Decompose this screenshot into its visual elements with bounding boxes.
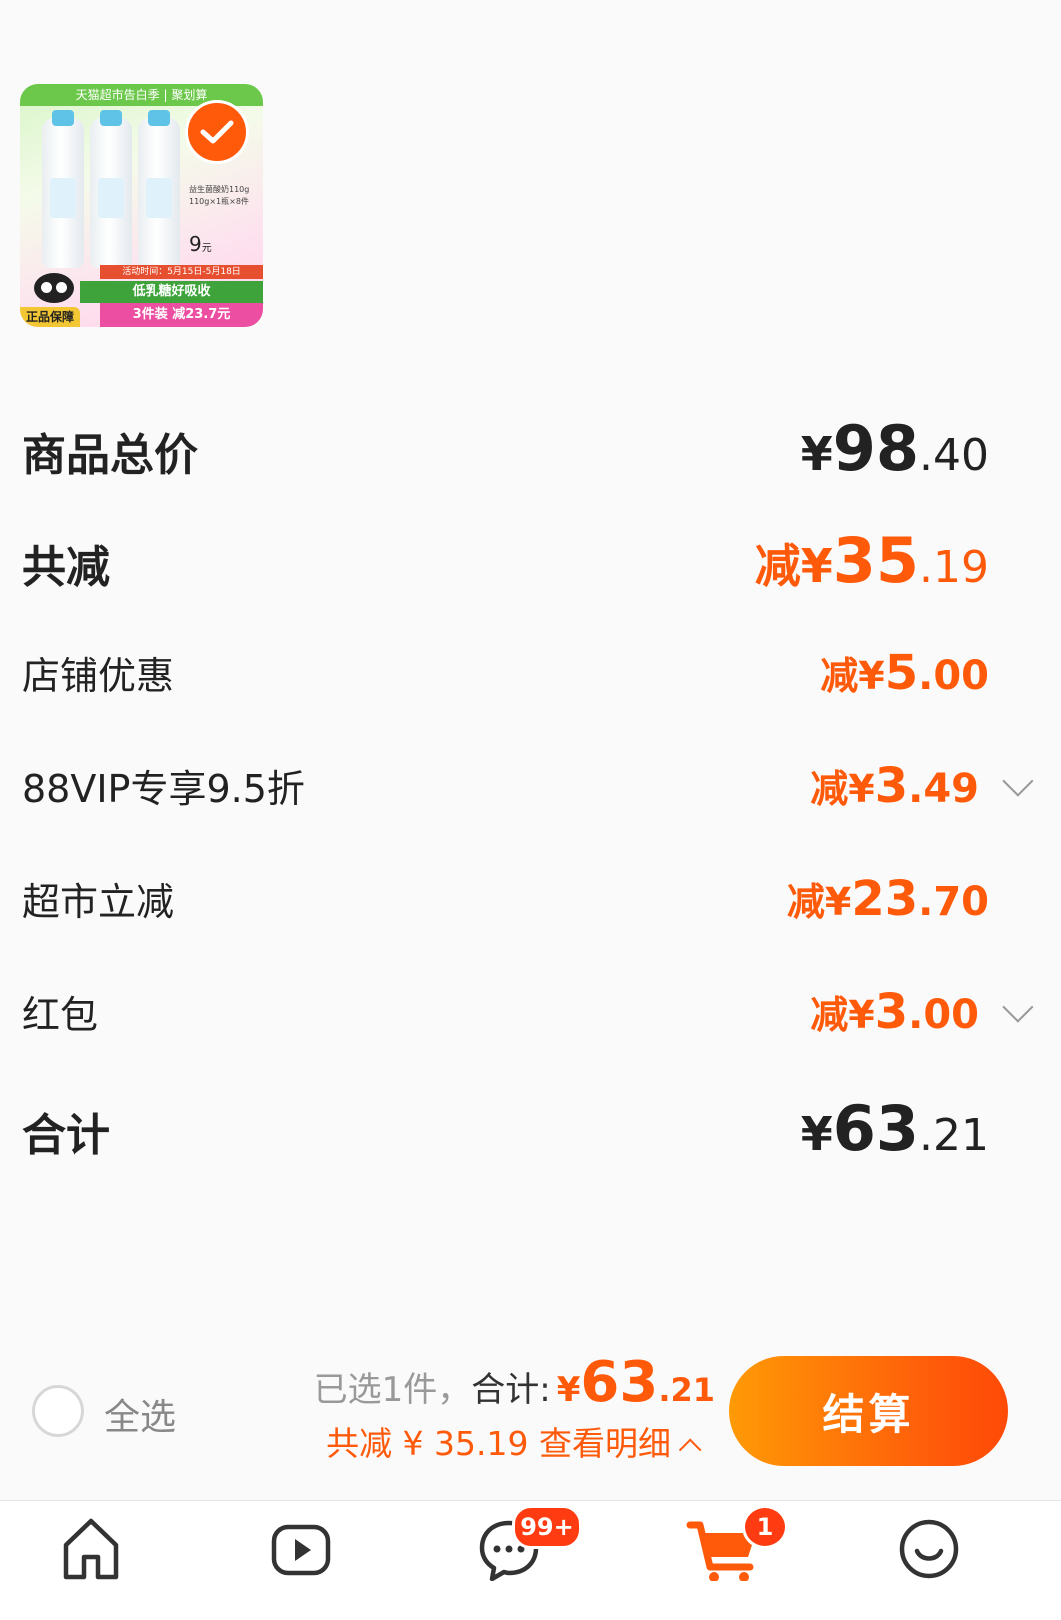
red-packet-label: 红包 (22, 993, 99, 1037)
chevron-down-icon[interactable] (1002, 991, 1034, 1023)
total-discount-label: 共减 (22, 542, 110, 593)
guarantee-tag: 正品保障 (20, 307, 81, 327)
select-all-label[interactable]: 全选 (104, 1388, 176, 1440)
bottle-image (42, 110, 84, 268)
selection-summary: 已选1件， 合计: ¥ 63 .21 (314, 1350, 715, 1415)
total-discount-row: 共减 减¥35.19 (22, 524, 989, 597)
tmall-cat-logo (34, 273, 74, 303)
total-integer: 63 (580, 1350, 659, 1415)
bottom-tab-bar: 99+ 1 (0, 1500, 1061, 1620)
selected-count: 已选1件， (313, 1370, 472, 1410)
vip-discount-row[interactable]: 88VIP专享9.5折 减¥3.49 (22, 758, 1034, 814)
discount-summary-text: 共减 ¥ 35.19 查看明细 (326, 1424, 671, 1463)
total-decimal: .21 (658, 1371, 715, 1409)
image-strip-pink: 3件装 减23.7元 (100, 303, 263, 327)
select-all-radio[interactable] (32, 1385, 84, 1437)
product-selected-check-icon[interactable] (185, 100, 249, 164)
home-icon[interactable] (56, 1511, 126, 1581)
chevron-down-icon[interactable] (1002, 765, 1034, 797)
profile-icon[interactable] (894, 1511, 964, 1581)
store-discount-label: 店铺优惠 (22, 654, 175, 698)
checkout-button[interactable]: 结算 (729, 1356, 1008, 1466)
cart-badge: 1 (742, 1505, 788, 1549)
market-discount-amount: 减¥23.70 (786, 871, 989, 927)
market-discount-row: 超市立减 减¥23.70 (22, 871, 989, 927)
discount-detail-link[interactable]: 共减 ¥ 35.19 查看明细 (326, 1417, 702, 1465)
store-discount-amount: 减¥5.00 (820, 645, 989, 701)
items-total-label: 商品总价 (22, 430, 198, 481)
vip-discount-label: 88VIP专享9.5折 (22, 767, 305, 811)
red-packet-row[interactable]: 红包 减¥3.00 (22, 984, 1034, 1040)
video-icon[interactable] (266, 1511, 336, 1581)
red-packet-amount: 减¥3.00 (810, 984, 979, 1040)
store-discount-row: 店铺优惠 减¥5.00 (22, 645, 989, 701)
tmall-badge: 正品保障 (20, 273, 92, 327)
total-label: 合计: (471, 1370, 551, 1410)
total-discount-amount: 减¥35.19 (754, 524, 989, 597)
total-currency: ¥ (556, 1370, 581, 1410)
grand-total-label: 合计 (22, 1110, 110, 1161)
image-strip-green: 低乳糖好吸收 (80, 281, 263, 303)
image-strip-date: 活动时间：5月15日-5月18日 (100, 265, 263, 279)
items-total-amount: ¥98.40 (800, 412, 989, 485)
messages-badge: 99+ (512, 1505, 582, 1549)
bottle-image (138, 110, 180, 268)
grand-total-amount: ¥63.21 (800, 1092, 989, 1165)
grand-total-row: 合计 ¥63.21 (22, 1092, 989, 1165)
items-total-row: 商品总价 ¥98.40 (22, 412, 989, 485)
market-discount-label: 超市立减 (22, 880, 175, 924)
chevron-up-icon (678, 1438, 702, 1462)
vip-discount-amount: 减¥3.49 (810, 758, 979, 814)
bottle-image (90, 110, 132, 268)
